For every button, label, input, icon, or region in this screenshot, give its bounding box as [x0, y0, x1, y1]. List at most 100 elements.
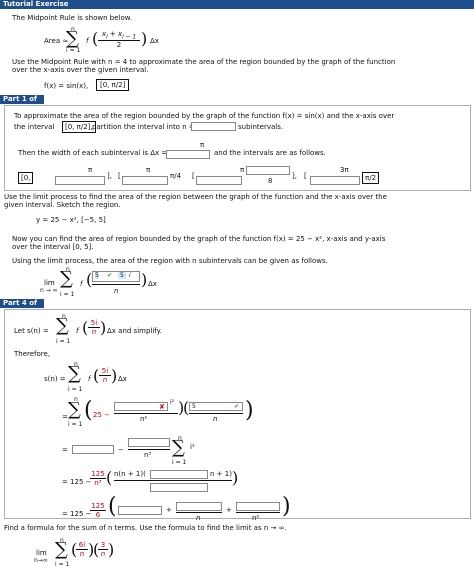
interval1-left: [0, — [18, 172, 34, 184]
line3-input-b[interactable] — [128, 438, 170, 447]
sn-f-symbol: f — [88, 375, 91, 383]
interval3-input[interactable] — [196, 176, 242, 185]
limit-box-val: 5 — [95, 272, 99, 279]
sn-frac-num: 5i — [99, 367, 111, 376]
line5-frac-num: 125 — [90, 502, 106, 511]
use-line1: Use the Midpoint Rule with n = 4 to appr… — [12, 58, 396, 66]
sn-fraction: 5i n — [99, 367, 111, 384]
line5-bar-b — [176, 512, 222, 513]
part1-line1: To approximate the area of the region bo… — [14, 112, 395, 120]
limit-f-symbol: f — [80, 280, 83, 288]
line2-paren-left: ( — [84, 398, 93, 423]
line5-paren-left: ( — [108, 494, 117, 519]
line4-frac-bar — [114, 480, 232, 481]
line4-den-input[interactable] — [150, 483, 208, 492]
line4-fraction: 125 n³ — [90, 470, 106, 487]
line3-minus: − — [118, 446, 124, 454]
sn-sigma-icon: ∑ — [68, 363, 81, 384]
part1-line2d: subintervals. — [238, 123, 284, 131]
line4-paren-left: ( — [106, 468, 113, 487]
therefore-text: Therefore, — [14, 350, 51, 358]
line4-eq: = 125 − — [62, 478, 92, 486]
part1-interval: [0, π/2], — [62, 121, 96, 133]
interval4-input[interactable] — [310, 176, 360, 185]
sn-sum-lower: i = 1 — [68, 386, 83, 393]
area-label: Area ≈ — [44, 37, 69, 45]
interval2-input[interactable] — [122, 176, 168, 185]
eq-sign-1: = — [62, 413, 68, 421]
n-input[interactable] — [191, 122, 236, 131]
final-fraction-2: 3n — [98, 541, 108, 558]
function-text: f(x) = sin(x), — [44, 82, 89, 90]
line4-nn1: n(n + 1)( — [114, 470, 146, 478]
line2-five-bar — [189, 413, 243, 414]
width-text: Then the width of each subinterval is Δx… — [18, 149, 168, 157]
line5-paren-right: ) — [282, 494, 291, 519]
tutorial-title-bar: Tutorial Exercise — [0, 0, 474, 9]
part1-line2c: partition the interval into n = — [92, 123, 195, 131]
line5-input-a[interactable] — [118, 506, 162, 515]
line2-n: n — [213, 415, 218, 423]
let-fraction: 5i n — [88, 319, 100, 336]
f-symbol: f — [86, 37, 89, 45]
final-frac1-num: 6i — [76, 541, 88, 550]
now-line1: Now you can find the area of region boun… — [12, 235, 386, 243]
cross-icon: ✘ — [159, 403, 165, 411]
line2-five: 5 — [192, 403, 196, 410]
limit-lim-sub: n → ∞ — [40, 287, 58, 294]
line3-sum-lower: i = 1 — [172, 459, 187, 466]
sn-paren-right: ) — [111, 366, 118, 385]
line4-frac-num: 125 — [90, 470, 106, 479]
line2-n2: n² — [140, 415, 148, 423]
interval3-pi: π — [240, 166, 245, 174]
line2-num-input[interactable]: ✘ — [114, 402, 168, 411]
let-frac-num: 5i — [88, 319, 100, 328]
interval3-close: ], — [292, 172, 297, 180]
line4-n1: n + 1) — [210, 470, 232, 478]
interval3-open: [ — [192, 172, 195, 180]
limit-dx: Δx — [148, 280, 157, 288]
interval2-pi4: π/4 — [170, 172, 182, 180]
let-sum-lower: i = 1 — [56, 338, 71, 345]
dx-denominator-input[interactable] — [166, 150, 210, 159]
line3-n3: n³ — [144, 451, 152, 459]
line2-five-input[interactable]: 5 ✔ — [189, 402, 243, 411]
limit-numerator-input[interactable]: 5 ✔ 5 i — [92, 271, 140, 282]
formula-dx: Δx — [150, 37, 159, 45]
final-sigma-icon: ∑ — [55, 539, 68, 560]
limit-paren-right: ) — [141, 270, 148, 289]
line5-input-c[interactable] — [236, 502, 280, 511]
final-lim-sub: n→∞ — [34, 557, 48, 564]
interval1-input[interactable] — [55, 176, 105, 185]
sn-dx: Δx — [118, 375, 127, 383]
line3-i2: i² — [190, 443, 195, 451]
midpoint-fraction: xi + xi − 12 — [98, 30, 140, 49]
line4-input[interactable] — [150, 470, 208, 479]
interval3-den: 8 — [268, 177, 273, 185]
interval4-3pi: 3π — [340, 166, 349, 174]
let-tail: Δx and simplify. — [107, 327, 163, 335]
interval3-num-input[interactable] — [246, 166, 290, 175]
let-text: Let s(n) = — [14, 327, 49, 335]
line5-frac-den: 6 — [95, 511, 101, 519]
check-icon-2: ✔ — [234, 403, 240, 410]
line3-input-a[interactable] — [72, 445, 114, 454]
final-frac2-num: 3 — [98, 541, 108, 550]
check-icon: ✔ — [107, 272, 113, 279]
interval4-open: [ — [304, 172, 307, 180]
now-line2: over the interval [0, 5]. — [12, 243, 94, 251]
sigma-icon: ∑ — [66, 28, 79, 49]
line5-input-b[interactable] — [176, 502, 222, 511]
final-frac1-den: n — [79, 550, 85, 558]
final-sum-lower: i = 1 — [55, 561, 70, 568]
limit-lim: lim — [44, 279, 55, 287]
line5-eq: = 125 − — [62, 510, 92, 518]
interval2-pi: π — [146, 166, 151, 174]
limit-box-val2: 5 — [118, 272, 126, 279]
part1-header: Part 1 of 5 — [0, 95, 44, 112]
let-paren-right: ) — [100, 318, 107, 337]
interval1-pi: π — [88, 166, 93, 174]
sn-frac-den: n — [102, 376, 108, 384]
limit-n: n — [114, 287, 119, 295]
line5-plus1: + — [166, 506, 172, 514]
